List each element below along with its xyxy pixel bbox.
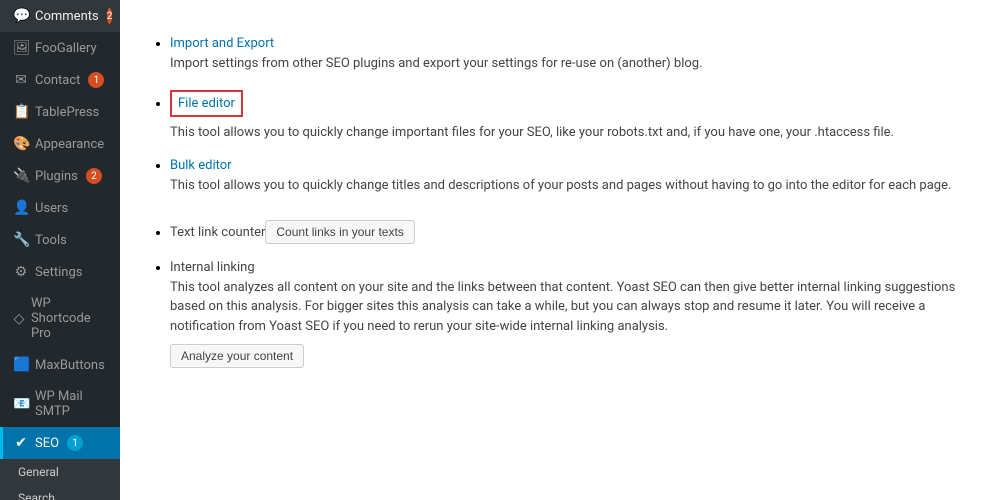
main-content: Import and Export Import settings from ot… bbox=[120, 0, 1000, 500]
sidebar-badge: 1 bbox=[88, 72, 104, 88]
sidebar-icon: 🟦 bbox=[13, 357, 29, 373]
sidebar-item-tablepress[interactable]: 📋 TablePress bbox=[0, 96, 120, 128]
sidebar-item-foogallery[interactable]: 🖼 FooGallery bbox=[0, 32, 120, 64]
sidebar-item-wp-mail-smtp[interactable]: 📧 WP Mail SMTP bbox=[0, 381, 120, 427]
tool-button-4[interactable]: Analyze your content bbox=[170, 344, 304, 368]
sidebar-label: Tools bbox=[35, 233, 67, 248]
sidebar-label: Plugins bbox=[35, 169, 78, 184]
sidebar-badge: 1 bbox=[67, 435, 83, 451]
sidebar-icon: 🔧 bbox=[13, 232, 29, 248]
sidebar-icon: ✔ bbox=[13, 435, 29, 451]
sidebar-icon: 📋 bbox=[13, 104, 29, 120]
sidebar-item-contact[interactable]: ✉ Contact 1 bbox=[0, 64, 120, 96]
sidebar-label: Users bbox=[35, 201, 68, 216]
sidebar-item-wp-shortcode-pro[interactable]: ◇ WP Shortcode Pro bbox=[0, 288, 120, 349]
sidebar-label: Appearance bbox=[35, 137, 104, 152]
sidebar-icon: 🖼 bbox=[13, 40, 29, 56]
tool-desc-4: This tool analyzes all content on your s… bbox=[170, 278, 970, 337]
tools-list: Import and Export Import settings from ot… bbox=[150, 36, 970, 368]
tool-item-3: Text link counterCount links in your tex… bbox=[170, 212, 970, 244]
sidebar-label: Comments bbox=[35, 9, 99, 24]
sidebar-item-seo[interactable]: ✔ SEO 1 bbox=[0, 427, 120, 459]
tool-link-0[interactable]: Import and Export bbox=[170, 36, 274, 51]
sidebar-icon: ⚙ bbox=[13, 264, 29, 280]
sidebar-item-maxbuttons[interactable]: 🟦 MaxButtons bbox=[0, 349, 120, 381]
sidebar-label: WP Shortcode Pro bbox=[31, 296, 110, 341]
tool-item-4: Internal linking This tool analyzes all c… bbox=[170, 260, 970, 369]
tool-item-2: Bulk editor This tool allows you to quick… bbox=[170, 158, 970, 196]
tool-name-3: Text link counter bbox=[170, 225, 265, 240]
sidebar-icon: 💬 bbox=[13, 8, 29, 24]
tool-desc-2: This tool allows you to quickly change t… bbox=[170, 176, 970, 196]
tool-name-4: Internal linking bbox=[170, 260, 255, 275]
sidebar-badge: 2 bbox=[107, 8, 113, 24]
sidebar-label: Contact bbox=[35, 73, 80, 88]
sidebar-label: TablePress bbox=[35, 105, 99, 120]
sidebar-icon: ✉ bbox=[13, 72, 29, 88]
tool-item-1: File editor This tool allows you to quick… bbox=[170, 90, 970, 143]
seo-submenu: GeneralSearch AppearanceSearch ConsoleSo… bbox=[0, 459, 120, 500]
sidebar-label: SEO bbox=[35, 436, 59, 451]
sidebar-icon: 🎨 bbox=[13, 136, 29, 152]
sidebar-label: MaxButtons bbox=[35, 358, 105, 373]
sidebar-icon: 📧 bbox=[13, 396, 29, 412]
sidebar-item-appearance[interactable]: 🎨 Appearance bbox=[0, 128, 120, 160]
sidebar-label: WP Mail SMTP bbox=[35, 389, 110, 419]
sidebar-item-plugins[interactable]: 🔌 Plugins 2 bbox=[0, 160, 120, 192]
tool-link-1[interactable]: File editor bbox=[178, 96, 235, 111]
seo-submenu-item-search-appearance[interactable]: Search Appearance bbox=[0, 485, 120, 500]
sidebar-icon: 👤 bbox=[13, 200, 29, 216]
tool-desc-1: This tool allows you to quickly change i… bbox=[170, 123, 970, 143]
tool-item-0: Import and Export Import settings from ot… bbox=[170, 36, 970, 74]
sidebar: 💬 Comments 2 🖼 FooGallery ✉ Contact 1 📋 TablePres… bbox=[0, 0, 120, 500]
sidebar-item-settings[interactable]: ⚙ Settings bbox=[0, 256, 120, 288]
tool-desc-0: Import settings from other SEO plugins a… bbox=[170, 54, 970, 74]
sidebar-item-comments[interactable]: 💬 Comments 2 bbox=[0, 0, 120, 32]
sidebar-badge: 2 bbox=[86, 168, 102, 184]
sidebar-item-users[interactable]: 👤 Users bbox=[0, 192, 120, 224]
sidebar-icon: 🔌 bbox=[13, 168, 29, 184]
sidebar-label: FooGallery bbox=[35, 41, 97, 56]
sidebar-label: Settings bbox=[35, 265, 82, 280]
file-editor-box: File editor bbox=[170, 90, 243, 117]
sidebar-icon: ◇ bbox=[13, 311, 25, 327]
seo-submenu-item-general[interactable]: General bbox=[0, 459, 120, 485]
tool-link-2[interactable]: Bulk editor bbox=[170, 158, 232, 173]
sidebar-item-tools[interactable]: 🔧 Tools bbox=[0, 224, 120, 256]
tool-button-3[interactable]: Count links in your texts bbox=[265, 220, 414, 244]
